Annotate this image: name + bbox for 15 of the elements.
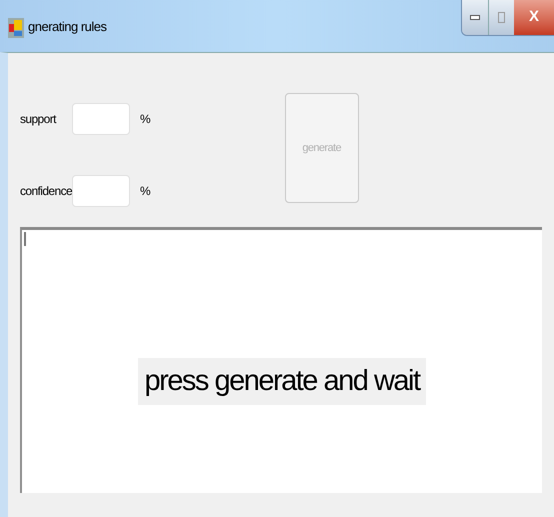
- text-cursor: [24, 232, 26, 246]
- unit-label: %: [140, 111, 151, 128]
- app-icon: [8, 18, 24, 38]
- status-label: press generate and wait: [138, 358, 426, 406]
- output-text-area[interactable]: press generate and wait: [20, 227, 542, 493]
- field-label: support: [20, 111, 58, 128]
- field-label: confidence: [20, 183, 72, 200]
- maximize-icon: [498, 12, 505, 23]
- unit-label: %: [140, 183, 151, 200]
- close-button[interactable]: X: [514, 0, 554, 35]
- window-title: gnerating rules: [28, 18, 106, 36]
- minimize-icon: [470, 15, 480, 20]
- minimize-button[interactable]: [462, 0, 488, 35]
- input-field[interactable]: [72, 175, 130, 207]
- input-field[interactable]: [72, 103, 130, 135]
